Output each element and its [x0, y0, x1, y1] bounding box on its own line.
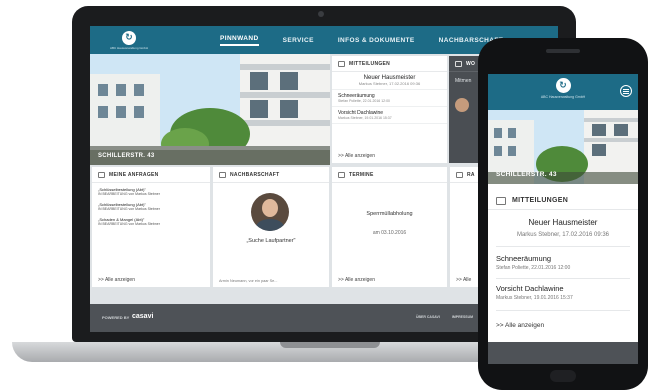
item-title: Neuer Hausmeister [528, 218, 598, 227]
card-header: NACHBARSCHAFT [213, 167, 329, 183]
logo-text: ABC Hausverwaltung GmbH [540, 95, 586, 99]
menu-icon[interactable] [620, 85, 632, 97]
card-title: TERMINE [349, 172, 374, 178]
calendar-icon [338, 172, 345, 178]
nav-item-service[interactable]: SERVICE [283, 37, 314, 44]
card-title: NACHBARSCHAFT [230, 172, 280, 178]
card-header: MITTEILUNGEN [332, 56, 447, 72]
phone-screen: ↻ ABC Hausverwaltung GmbH SCHILLERSTR. 4… [488, 74, 638, 364]
item-meta: Markus Stebner, 17.02.2016 09:36 [358, 81, 421, 86]
divider [496, 278, 630, 279]
show-all-link[interactable]: >> Alle anzeigen [496, 322, 544, 329]
list-item[interactable]: Neuer Hausmeister Markus Stebner, 17.02.… [488, 218, 638, 238]
event-date: am 03.10.2016 [372, 230, 407, 236]
item-meta: Markus Stebner, 19.01.2016 15:37 [338, 116, 392, 120]
document-icon [98, 172, 105, 178]
item-status: IN BEARBEITUNG von Markus Stebner [98, 192, 160, 196]
card-header: TERMINE [332, 167, 447, 183]
post-meta: Armin Neumann, vor ein paar Se... [219, 279, 278, 283]
envelope-icon [338, 61, 345, 67]
event-title[interactable]: Sperrmüllabholung [332, 211, 447, 217]
avatar[interactable] [251, 193, 289, 231]
phone-speaker [546, 49, 580, 53]
device-mockup: ↻ ABC Hausverwaltung GmbH PINNWAND SERVI… [0, 0, 659, 392]
building-illustration [90, 54, 330, 165]
casavi-logo[interactable]: casavi [132, 313, 153, 320]
list-item[interactable]: Schneeräumung Stefan Poliette, 22.01.201… [488, 254, 638, 271]
list-item[interactable]: Neuer Hausmeister Markus Stebner, 17.02.… [332, 72, 447, 90]
next-section-bar [488, 342, 638, 364]
mobile-header: ↻ ABC Hausverwaltung GmbH [488, 74, 638, 110]
smartphone: ↻ ABC Hausverwaltung GmbH SCHILLERSTR. 4… [478, 38, 648, 390]
envelope-icon [496, 196, 506, 205]
logo-icon: ↻ [122, 30, 136, 45]
powered-by-label: POWERED BY [102, 315, 130, 320]
item-title: Vorsicht Dachlawine [496, 284, 564, 293]
section-title: MITTEILUNGEN [512, 197, 569, 204]
building-hero-image: SCHILLERSTR. 43 [90, 54, 330, 165]
camera [318, 11, 324, 17]
list-item[interactable]: Schneeräumung Stefan Poliette, 22.01.201… [332, 90, 447, 107]
card-title: MITTEILUNGEN [349, 61, 391, 67]
hero-caption: SCHILLERSTR. 43 [496, 171, 557, 178]
nav-menu: PINNWAND SERVICE INFOS & DOKUMENTE NACHB… [220, 26, 503, 54]
item-meta: Markus Stebner, 17.02.2016 09:36 [516, 232, 610, 238]
list-item[interactable]: Vorsicht Dachlawine Markus Stebner, 19.0… [488, 284, 638, 301]
footer-link-impressum[interactable]: IMPRESSUM [452, 315, 473, 319]
card-header: MEINE ANFRAGEN [92, 167, 210, 183]
logo[interactable]: ↻ ABC Hausverwaltung GmbH [104, 28, 154, 52]
list-item[interactable]: „Schlüsselbestellung (Abt)" IN BEARBEITU… [92, 200, 210, 213]
item-status: IN BEARBEITUNG von Markus Stebner [98, 222, 160, 226]
mitteilungen-card: MITTEILUNGEN Neuer Hausmeister Markus St… [332, 56, 447, 163]
hero-caption: SCHILLERSTR. 43 [98, 153, 155, 159]
item-status: IN BEARBEITUNG von Markus Stebner [98, 207, 160, 211]
item-title: Schneeräumung [496, 254, 552, 263]
nachbarschaft-card: NACHBARSCHAFT „Suche Laufpartner" Armin … [213, 167, 329, 287]
termine-card: TERMINE Sperrmüllabholung am 03.10.2016 … [332, 167, 447, 287]
list-item[interactable]: „Schaden & Mangel (Abt)" IN BEARBEITUNG … [92, 215, 210, 228]
list-item[interactable]: „Schlüsselbestellung (Abt)" IN BEARBEITU… [92, 185, 210, 198]
item-meta: Markus Stebner, 19.01.2016 15:37 [496, 295, 573, 301]
logo-text: ABC Hausverwaltung GmbH [109, 45, 148, 50]
list-item[interactable]: Vorsicht Dachlawine Markus Stebner, 19.0… [332, 107, 447, 124]
card-title: WO [466, 61, 476, 67]
building-hero-image: SCHILLERSTR. 43 [488, 110, 638, 184]
logo[interactable]: ↻ ABC Hausverwaltung GmbH [541, 78, 585, 99]
logo-icon: ↻ [555, 78, 571, 93]
mitteilungen-header: MITTEILUNGEN [488, 192, 638, 210]
home-button [550, 370, 576, 382]
divider [496, 246, 630, 247]
show-all-link[interactable]: >> Alle [456, 277, 471, 283]
item-meta: Stefan Poliette, 22.01.2016 12:00 [338, 99, 390, 103]
post-quote[interactable]: „Suche Laufpartner" [213, 238, 329, 244]
nav-item-pinnwand[interactable]: PINNWAND [220, 35, 259, 46]
item-meta: Stefan Poliette, 22.01.2016 12:00 [496, 265, 571, 271]
people-icon [455, 61, 462, 67]
avatar [455, 98, 469, 112]
show-all-link[interactable]: >> Alle anzeigen [98, 277, 135, 283]
anfragen-card: MEINE ANFRAGEN „Schlüsselbestellung (Abt… [92, 167, 210, 287]
nav-item-infos-dokumente[interactable]: INFOS & DOKUMENTE [338, 37, 415, 44]
card-title: MEINE ANFRAGEN [109, 172, 159, 178]
show-all-link[interactable]: >> Alle anzeigen [338, 277, 375, 283]
show-all-link[interactable]: >> Alle anzeigen [338, 153, 375, 159]
chat-icon [219, 172, 226, 178]
laptop-notch [280, 342, 380, 348]
divider [496, 310, 630, 311]
footer-link-about[interactable]: ÜBER CASAVI [416, 315, 440, 319]
people-icon [456, 172, 463, 178]
card-title: RA [467, 172, 475, 178]
